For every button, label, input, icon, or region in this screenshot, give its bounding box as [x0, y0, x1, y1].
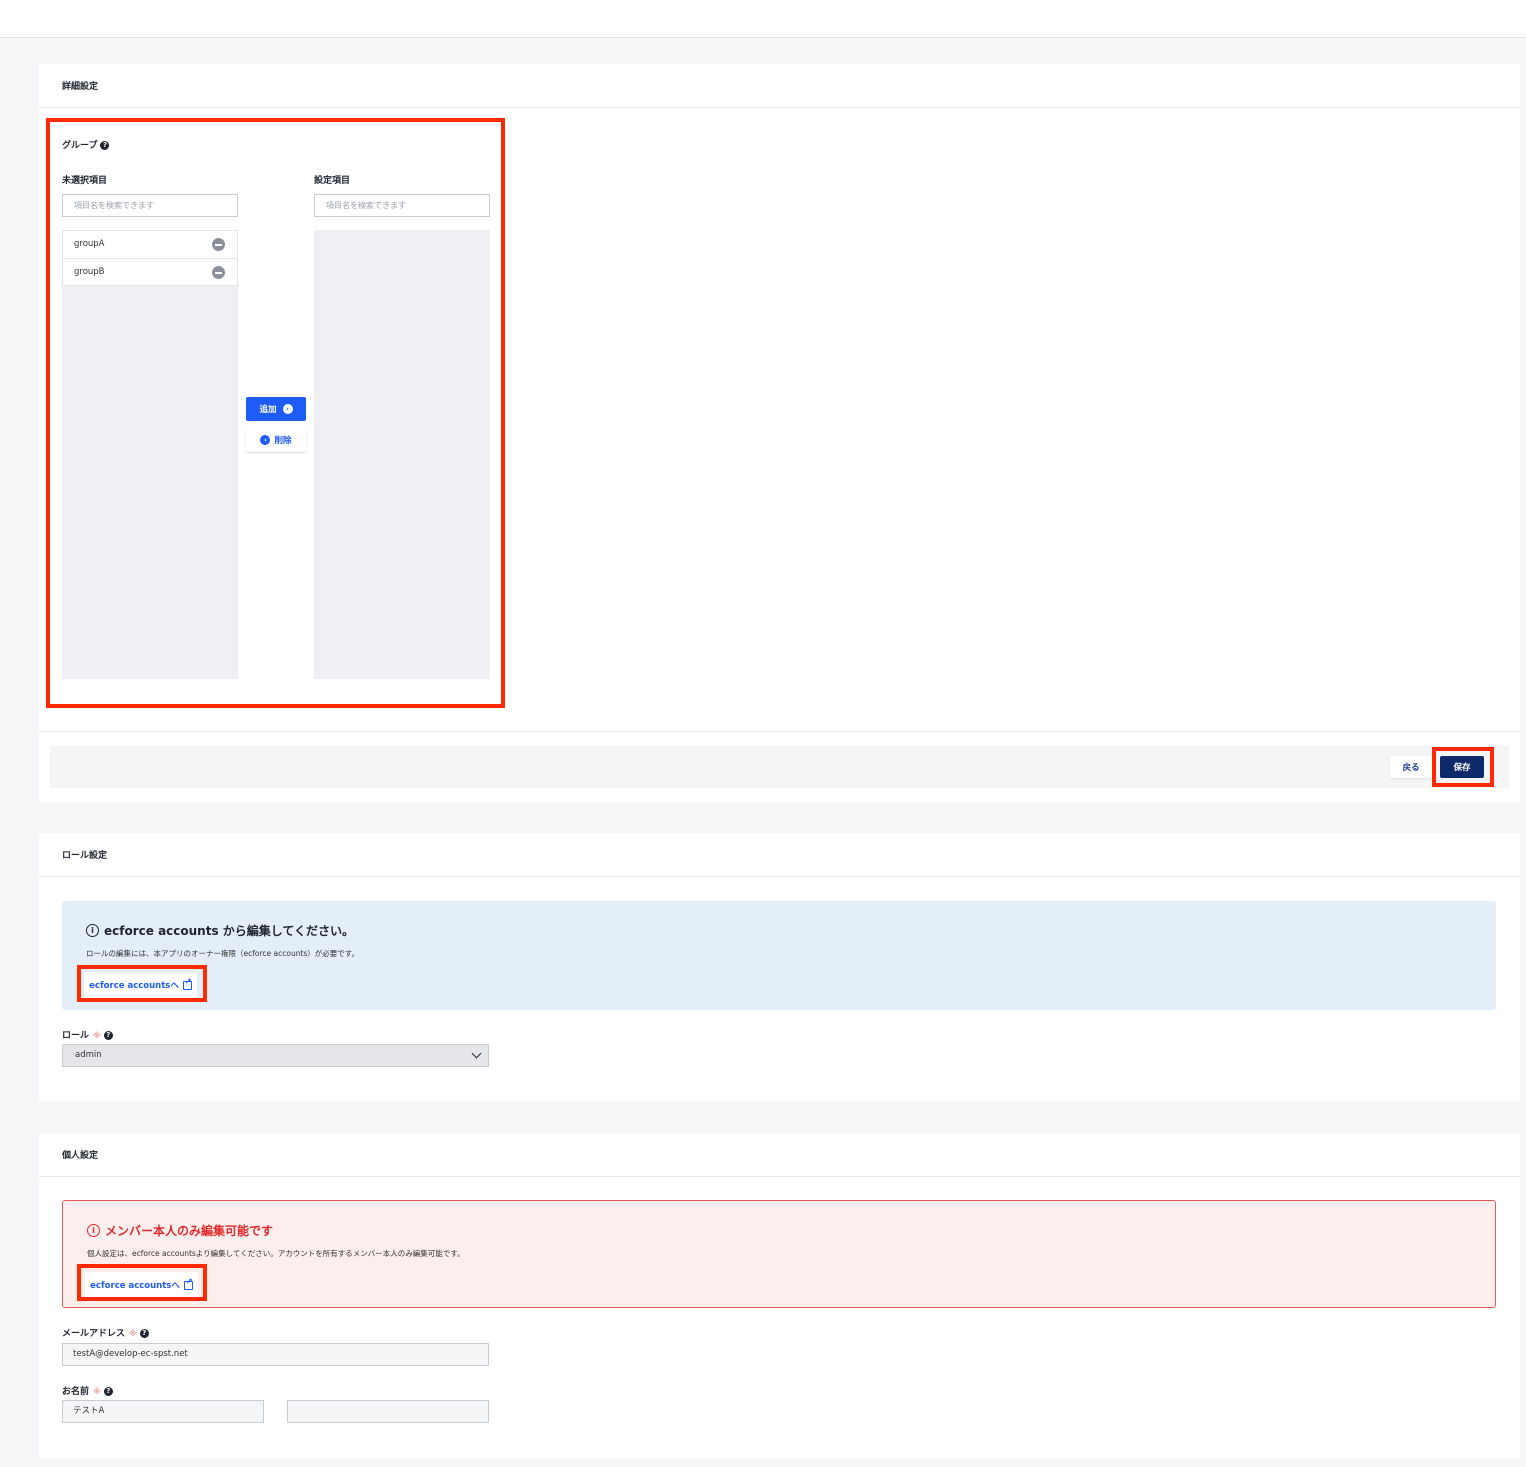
- info-icon: i: [87, 1224, 100, 1237]
- detail-settings-title: 詳細設定: [62, 82, 99, 92]
- list-item-label: groupB: [74, 267, 105, 277]
- list-item-label: groupA: [74, 239, 105, 249]
- personal-settings-title: 個人設定: [62, 1151, 99, 1161]
- detail-settings-card: 詳細設定 グループ? 未選択項目 設定項目 groupA groupB 追加 ›…: [39, 64, 1520, 803]
- add-button-label: 追加: [259, 405, 277, 415]
- list-item[interactable]: groupB: [62, 258, 238, 286]
- role-info-title: i ecforce accounts から編集してください。: [86, 922, 354, 939]
- personal-settings-header: 個人設定: [39, 1133, 1520, 1177]
- name-field-label: お名前 ※?: [62, 1384, 113, 1397]
- group-label: グループ?: [62, 138, 110, 151]
- info-icon: i: [86, 924, 99, 937]
- chevron-left-icon: ‹: [260, 435, 271, 445]
- action-bar: [50, 746, 1509, 788]
- remove-icon[interactable]: [212, 238, 225, 251]
- email-field-label: メールアドレス ※?: [62, 1326, 149, 1339]
- required-mark: ※: [93, 1031, 101, 1040]
- remove-icon[interactable]: [212, 266, 225, 279]
- add-button[interactable]: 追加 ›: [246, 397, 306, 421]
- back-button[interactable]: 戻る: [1390, 756, 1432, 778]
- required-mark: ※: [93, 1387, 101, 1396]
- link-highlight-frame: [77, 965, 207, 1002]
- role-info-box: i ecforce accounts から編集してください。 ロールの編集には、…: [62, 901, 1496, 1010]
- role-field-label-text: ロール: [62, 1031, 90, 1041]
- unselected-label: 未選択項目: [62, 176, 108, 186]
- chevron-down-icon: [471, 1048, 482, 1059]
- unselected-list: groupA groupB: [62, 230, 238, 679]
- group-label-text: グループ: [62, 141, 98, 151]
- link-highlight-frame: [77, 1264, 207, 1301]
- delete-button-label: 削除: [274, 436, 292, 446]
- help-icon[interactable]: ?: [139, 1329, 149, 1338]
- help-icon[interactable]: ?: [103, 1031, 113, 1040]
- role-settings-header: ロール設定: [39, 833, 1520, 877]
- selected-label: 設定項目: [314, 176, 351, 186]
- role-settings-card: ロール設定 i ecforce accounts から編集してください。 ロール…: [39, 833, 1520, 1102]
- personal-warning-title: i メンバー本人のみ編集可能です: [87, 1222, 273, 1239]
- name-field-label-text: お名前: [62, 1387, 90, 1397]
- email-field-label-text: メールアドレス: [62, 1329, 126, 1339]
- chevron-right-icon: ›: [282, 404, 293, 414]
- email-field[interactable]: testA@develop-ec-spst.net: [62, 1343, 489, 1366]
- divider: [39, 731, 1520, 732]
- unselected-search-input[interactable]: [62, 194, 238, 217]
- role-select-value: admin: [75, 1050, 102, 1060]
- personal-settings-card: 個人設定 i メンバー本人のみ編集可能です 個人設定は、ecforce acco…: [39, 1133, 1520, 1459]
- role-field-label: ロール ※?: [62, 1028, 113, 1041]
- required-mark: ※: [129, 1329, 137, 1338]
- selected-search-input[interactable]: [314, 194, 490, 217]
- last-name-field[interactable]: テストA: [62, 1400, 264, 1423]
- first-name-field[interactable]: [287, 1400, 489, 1423]
- role-select[interactable]: admin: [62, 1044, 489, 1067]
- top-bar: [0, 0, 1526, 38]
- personal-warning-box: i メンバー本人のみ編集可能です 個人設定は、ecforce accountsよ…: [62, 1200, 1496, 1308]
- role-settings-title: ロール設定: [62, 851, 108, 861]
- help-icon[interactable]: ?: [103, 1387, 113, 1396]
- personal-warning-description: 個人設定は、ecforce accountsより編集してください。アカウントを所…: [87, 1249, 465, 1258]
- role-info-title-text: ecforce accounts から編集してください。: [104, 924, 355, 938]
- list-item[interactable]: groupA: [62, 230, 238, 258]
- role-info-description: ロールの編集には、本アプリのオーナー権限（ecforce accounts）が必…: [86, 949, 360, 958]
- personal-warning-title-text: メンバー本人のみ編集可能です: [105, 1224, 274, 1238]
- delete-button[interactable]: ‹ 削除: [246, 428, 306, 452]
- save-highlight-frame: [1432, 747, 1494, 787]
- detail-settings-header: 詳細設定: [39, 64, 1520, 108]
- selected-list: [314, 230, 490, 679]
- help-icon[interactable]: ?: [100, 141, 110, 150]
